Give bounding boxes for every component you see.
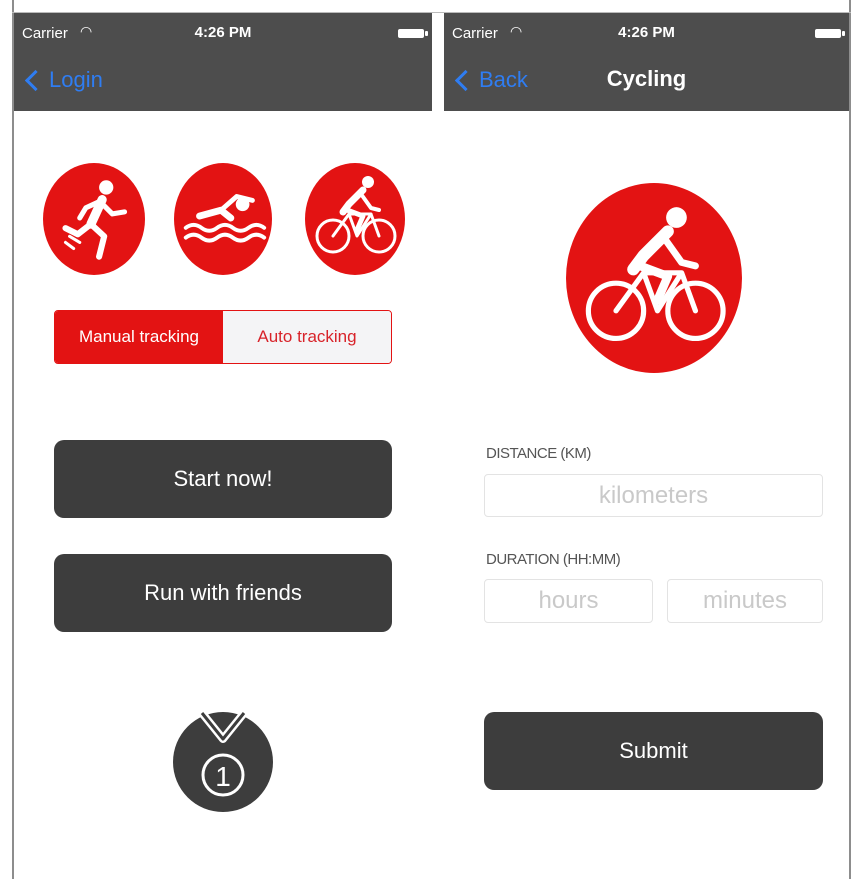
swimming-icon[interactable] <box>174 163 272 275</box>
back-button-label: Login <box>49 67 103 92</box>
cycling-figure <box>585 207 726 342</box>
battery-icon <box>815 29 845 38</box>
minutes-input[interactable] <box>667 579 823 623</box>
distance-label: DISTANCE (KM) <box>486 445 591 462</box>
cycling-screen: Carrier ◠ 4:26 PM Back Cycling DISTANCE … <box>444 13 849 879</box>
cycling-icon[interactable] <box>305 163 405 275</box>
run-with-friends-button[interactable]: Run with friends <box>54 554 392 632</box>
cycling-figure <box>315 176 397 254</box>
submit-button[interactable]: Submit <box>484 712 823 790</box>
page-title: Cycling <box>606 66 687 91</box>
chevron-left-icon <box>24 69 47 91</box>
navigation-bar: Carrier ◠ 4:26 PM Back Cycling <box>444 13 849 111</box>
start-now-button[interactable]: Start now! <box>54 440 392 518</box>
manual-tracking-tab[interactable]: Manual tracking <box>55 311 223 363</box>
status-bar: Carrier ◠ 4:26 PM <box>444 13 849 53</box>
swimming-figure <box>183 194 267 243</box>
status-bar: Carrier ◠ 4:26 PM <box>14 13 432 53</box>
home-screen: Carrier ◠ 4:26 PM Login Manual tracking … <box>14 13 432 879</box>
distance-input[interactable] <box>484 474 823 517</box>
duration-label: DURATION (HH:MM) <box>486 551 621 568</box>
running-icon[interactable] <box>43 163 145 275</box>
status-time: 4:26 PM <box>194 24 252 41</box>
battery-icon <box>398 29 428 38</box>
medal-number: 1 <box>215 761 231 792</box>
frame-border-right <box>849 0 851 879</box>
running-figure <box>62 180 128 260</box>
hours-input[interactable] <box>484 579 653 623</box>
back-button[interactable]: Login <box>24 65 103 95</box>
navigation-bar: Carrier ◠ 4:26 PM Login <box>14 13 432 111</box>
medal-icon[interactable]: 1 <box>172 697 274 813</box>
cycling-icon <box>566 183 742 373</box>
status-time: 4:26 PM <box>618 24 675 41</box>
tracking-mode-toggle: Manual tracking Auto tracking <box>54 310 392 364</box>
auto-tracking-tab[interactable]: Auto tracking <box>223 311 391 363</box>
